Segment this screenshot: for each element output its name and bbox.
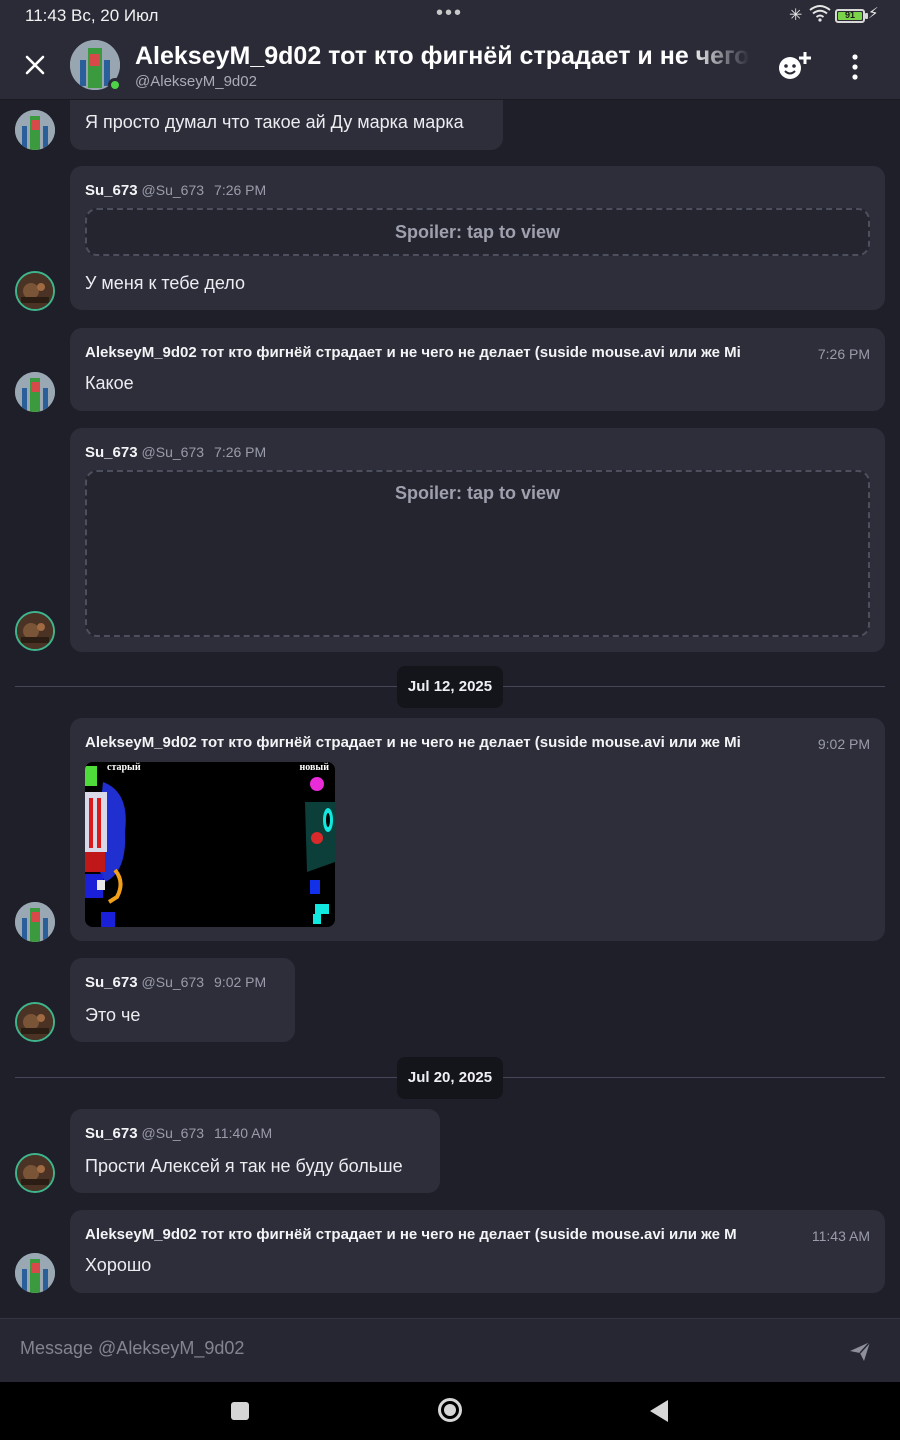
avatar[interactable]: [15, 1002, 55, 1042]
avatar[interactable]: [15, 372, 55, 412]
message-bubble[interactable]: AlekseyM_9d02 тот кто фигнёй страдает и …: [70, 718, 885, 941]
message-text: Это че: [85, 1005, 141, 1025]
more-options-icon[interactable]: [845, 52, 865, 82]
message-handle: @Su_673: [141, 444, 205, 460]
message-meta: Su_673 @Su_673 11:40 AM: [85, 1125, 272, 1147]
battery-level: 91: [844, 10, 855, 20]
wifi-icon: [809, 5, 831, 22]
charging-icon: ⚡: [868, 5, 879, 22]
status-dots: •••: [436, 2, 464, 24]
message-meta: Su_673 @Su_673 7:26 PM: [85, 444, 266, 466]
avatar[interactable]: [15, 1253, 55, 1293]
message-bubble[interactable]: AlekseyM_9d02 тот кто фигнёй страдает и …: [70, 328, 885, 411]
message-time: 9:02 PM: [817, 736, 870, 752]
message-author[interactable]: AlekseyM_9d02 тот кто фигнёй страдает и …: [85, 344, 800, 361]
message-author[interactable]: AlekseyM_9d02 тот кто фигнёй страдает и …: [85, 1226, 790, 1243]
message-author[interactable]: Su_673: [85, 1125, 138, 1142]
message-handle: @Su_673: [141, 974, 205, 990]
battery-icon: 91: [835, 9, 868, 23]
message-time: 7:26 PM: [214, 444, 267, 460]
date-divider: Jul 12, 2025: [397, 666, 503, 708]
chat-header: AlekseyM_9d02 тот кто фигнёй страдает и …: [0, 32, 900, 100]
home-icon[interactable]: [438, 1398, 462, 1422]
avatar[interactable]: [15, 1153, 55, 1193]
message-text: Прости Алексей я так не буду больше: [85, 1156, 403, 1176]
avatar[interactable]: [15, 902, 55, 942]
spoiler-block[interactable]: Spoiler: tap to view: [85, 208, 870, 256]
message-bubble[interactable]: AlekseyM_9d02 тот кто фигнёй страдает и …: [70, 1210, 885, 1293]
message-time: 9:02 PM: [214, 974, 267, 990]
back-icon[interactable]: [650, 1400, 668, 1422]
message-bubble[interactable]: Su_673 @Su_673 9:02 PM Это че: [70, 958, 295, 1042]
status-bar: 11:43 Вс, 20 Июл ••• ✳ 91 ⚡: [0, 0, 900, 32]
message-bubble[interactable]: Su_673 @Su_673 7:26 PM Spoiler: tap to vie…: [70, 166, 885, 310]
spoiler-block[interactable]: Spoiler: tap to view: [85, 470, 870, 637]
status-time: 11:43 Вс, 20 Июл: [25, 6, 159, 25]
message-time: 7:26 PM: [817, 346, 870, 362]
avatar[interactable]: [15, 271, 55, 311]
message-author[interactable]: AlekseyM_9d02 тот кто фигнёй страдает и …: [85, 734, 800, 751]
message-author[interactable]: Su_673: [85, 974, 138, 991]
message-author[interactable]: Su_673: [85, 444, 138, 461]
message-input[interactable]: Message @AlekseyM_9d02: [20, 1338, 244, 1359]
online-status-dot: [108, 78, 122, 92]
message-time: 11:40 AM: [214, 1125, 273, 1141]
recents-icon[interactable]: [231, 1402, 249, 1420]
message-composer[interactable]: Message @AlekseyM_9d02: [0, 1318, 900, 1382]
message-author[interactable]: Su_673: [85, 182, 138, 199]
avatar[interactable]: [15, 110, 55, 150]
spoiler-label: Spoiler: tap to view: [394, 483, 561, 503]
image-attachment[interactable]: старый новый: [85, 762, 335, 927]
system-nav-bar: [0, 1382, 900, 1440]
message-text: У меня к тебе дело: [85, 273, 245, 293]
spoiler-label: Spoiler: tap to view: [394, 222, 561, 242]
image-caption-right: новый: [299, 762, 329, 773]
message-time: 11:43 AM: [811, 1228, 870, 1244]
message-handle: @Su_673: [141, 1125, 205, 1141]
message-time: 7:26 PM: [214, 182, 267, 198]
message-bubble[interactable]: Su_673 @Su_673 11:40 AM Прости Алексей я т…: [70, 1109, 440, 1193]
send-icon[interactable]: [848, 1339, 872, 1363]
message-text: Я просто думал что такое ай Ду марка мар…: [85, 112, 464, 132]
avatar[interactable]: [15, 611, 55, 651]
message-text: Какое: [85, 373, 134, 393]
message-meta: Su_673 @Su_673 7:26 PM: [85, 182, 266, 204]
image-caption-left: старый: [107, 762, 141, 773]
bluetooth-icon: ✳: [789, 7, 803, 24]
page-subtitle-handle: @AlekseyM_9d02: [135, 73, 257, 90]
message-bubble[interactable]: Я просто думал что такое ай Ду марка мар…: [70, 100, 503, 150]
close-icon[interactable]: [20, 50, 50, 80]
message-text: Хорошо: [85, 1255, 152, 1275]
date-divider: Jul 20, 2025: [397, 1057, 503, 1099]
message-bubble[interactable]: Su_673 @Su_673 7:26 PM Spoiler: tap to vie…: [70, 428, 885, 652]
page-title: AlekseyM_9d02 тот кто фигнёй страдает и …: [135, 42, 750, 70]
message-handle: @Su_673: [141, 182, 205, 198]
message-meta: Su_673 @Su_673 9:02 PM: [85, 974, 266, 996]
add-friend-icon[interactable]: [777, 50, 813, 82]
